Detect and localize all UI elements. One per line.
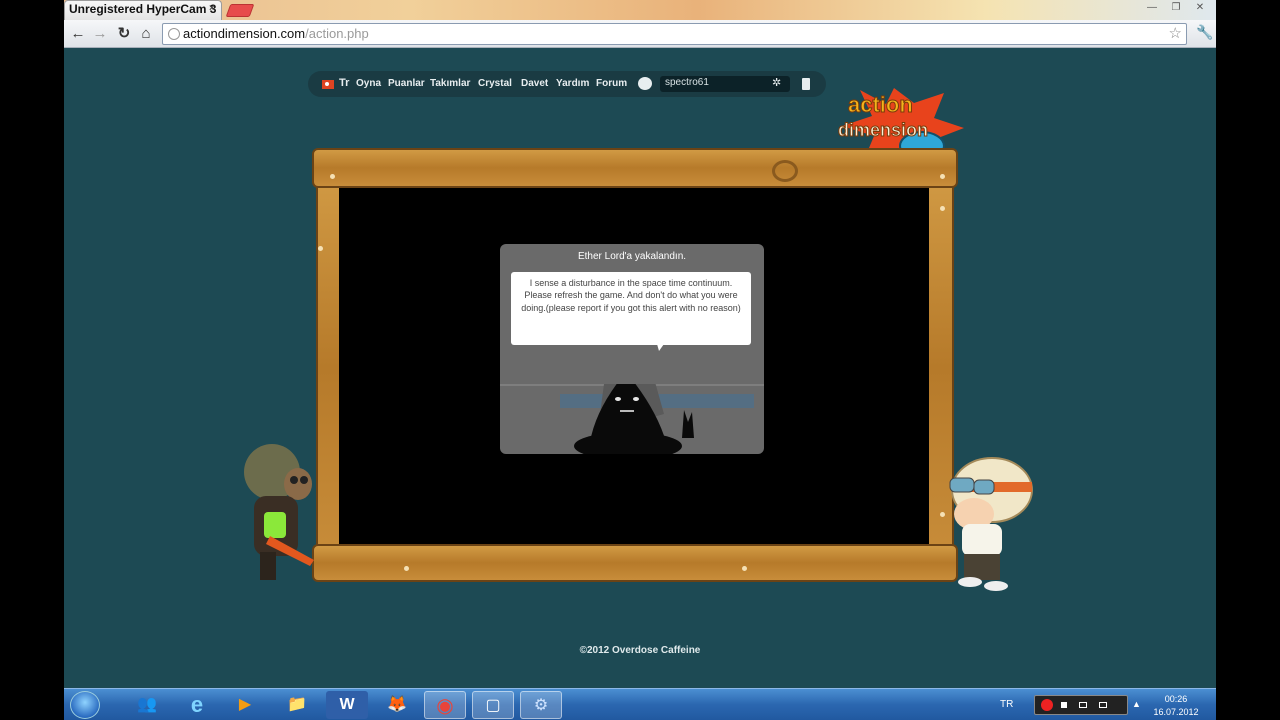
browser-tab[interactable]: Unregistered HyperCam 3 × bbox=[64, 0, 222, 20]
username: spectro61 bbox=[665, 77, 709, 88]
tray-language[interactable]: TR bbox=[1000, 699, 1013, 710]
bookmark-star-icon[interactable]: ☆ bbox=[1169, 24, 1182, 44]
nav-davet[interactable]: Davet bbox=[521, 78, 548, 89]
zombie-character bbox=[244, 444, 314, 580]
home-icon[interactable]: ⌂ bbox=[136, 24, 156, 44]
internet-explorer-icon[interactable]: e bbox=[176, 691, 218, 719]
nail bbox=[330, 174, 335, 179]
nav-yardim[interactable]: Yardım bbox=[556, 78, 589, 89]
clock-time[interactable]: 00:26 bbox=[1148, 694, 1204, 704]
recorder-controls[interactable] bbox=[1034, 695, 1128, 715]
nav-forum[interactable]: Forum bbox=[596, 78, 627, 89]
nav-oyna[interactable]: Oyna bbox=[356, 78, 381, 89]
username-field[interactable]: spectro61 bbox=[660, 76, 790, 92]
clock-date[interactable]: 16.07.2012 bbox=[1148, 707, 1204, 717]
record-icon[interactable] bbox=[1041, 699, 1053, 711]
wood-knot bbox=[772, 160, 798, 182]
tab-title: Unregistered HyperCam 3 bbox=[69, 2, 217, 16]
stop-icon[interactable] bbox=[1061, 702, 1067, 708]
wrench-icon[interactable]: 🔧 bbox=[1196, 24, 1213, 41]
nail bbox=[404, 566, 409, 571]
nail bbox=[940, 174, 945, 179]
screen: Unregistered HyperCam 3 × — ❐ ✕ ← → ↻ ⌂ … bbox=[64, 0, 1216, 720]
nav-crystal[interactable]: Crystal bbox=[478, 78, 512, 89]
chrome-icon[interactable]: ◉ bbox=[424, 691, 466, 719]
firefox-icon[interactable]: 🦊 bbox=[376, 691, 418, 719]
address-bar[interactable]: actiondimension.com/action.php ☆ bbox=[162, 23, 1187, 45]
gear-icon[interactable]: ✲ bbox=[772, 76, 781, 89]
app-window-icon[interactable]: ▢ bbox=[472, 691, 514, 719]
turkey-flag-icon[interactable] bbox=[322, 80, 334, 89]
copyright-text: ©2012 Overdose Caffeine bbox=[579, 645, 701, 656]
word-icon[interactable]: W bbox=[326, 691, 368, 719]
tab-close-icon[interactable]: × bbox=[209, 3, 215, 14]
maximize-icon[interactable]: ❐ bbox=[1166, 1, 1186, 14]
nav-puanlar[interactable]: Puanlar bbox=[388, 78, 425, 89]
game-nav: Tr Oyna Puanlar Takımlar Crystal Davet Y… bbox=[308, 71, 826, 97]
frame-bottom-plank bbox=[312, 544, 958, 582]
speech-bubble: I sense a disturbance in the space time … bbox=[511, 272, 751, 351]
window-icon[interactable] bbox=[1079, 702, 1087, 708]
start-button[interactable] bbox=[70, 691, 100, 719]
close-window-icon[interactable]: ✕ bbox=[1190, 1, 1210, 14]
people-icon[interactable]: 👥 bbox=[126, 691, 168, 719]
minimize-icon[interactable]: — bbox=[1142, 1, 1162, 14]
new-tab-button[interactable] bbox=[225, 4, 255, 17]
dialog-title: Ether Lord'a yakalandın. bbox=[577, 251, 687, 262]
aviator-character bbox=[949, 457, 1033, 591]
chat-bubble-icon[interactable] bbox=[638, 77, 652, 90]
nail bbox=[940, 206, 945, 211]
hypercam-icon[interactable]: ⚙ bbox=[520, 691, 562, 719]
dialog-message: I sense a disturbance in the space time … bbox=[521, 278, 741, 313]
url-path: /action.php bbox=[305, 26, 369, 41]
browser-toolbar: ← → ↻ ⌂ actiondimension.com/action.php ☆… bbox=[64, 20, 1216, 48]
url-host: actiondimension.com bbox=[183, 26, 306, 41]
taskbar: 👥 e ▶ 📁 W 🦊 ◉ ▢ ⚙ TR ▲ 00:26 16.07.2012 bbox=[64, 688, 1216, 720]
ether-lord-scene bbox=[500, 384, 764, 454]
language-label[interactable]: Tr bbox=[339, 77, 349, 89]
reload-icon[interactable]: ↻ bbox=[114, 24, 134, 44]
folder-icon[interactable]: 📁 bbox=[276, 691, 318, 719]
forward-icon[interactable]: → bbox=[90, 24, 110, 44]
show-hidden-icons-icon[interactable]: ▲ bbox=[1132, 699, 1141, 709]
back-icon[interactable]: ← bbox=[68, 24, 88, 44]
region-icon[interactable] bbox=[1099, 702, 1107, 708]
logo-line2: dimension bbox=[838, 120, 928, 140]
nav-takimlar[interactable]: Takımlar bbox=[430, 78, 470, 89]
frame-top-plank bbox=[312, 148, 958, 188]
globe-icon bbox=[168, 28, 180, 40]
alert-dialog: Ether Lord'a yakalandın. I sense a distu… bbox=[500, 244, 764, 454]
media-player-icon[interactable]: ▶ bbox=[224, 691, 266, 719]
exit-door-icon[interactable] bbox=[802, 78, 810, 90]
logo-line1: action bbox=[848, 92, 913, 117]
nail bbox=[318, 246, 323, 251]
nail bbox=[742, 566, 747, 571]
browser-titlebar: Unregistered HyperCam 3 × — ❐ ✕ bbox=[64, 0, 1216, 20]
